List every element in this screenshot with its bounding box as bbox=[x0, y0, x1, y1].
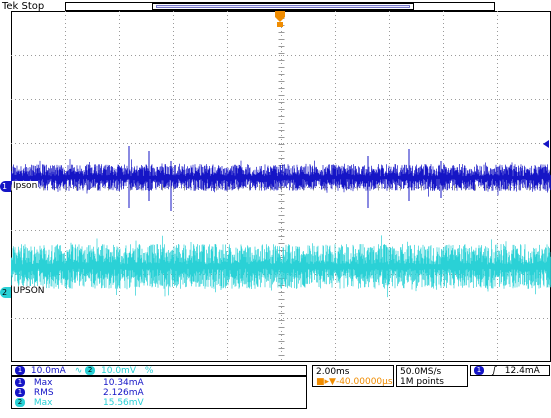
trigger-level-marker[interactable] bbox=[543, 140, 549, 148]
ch2-ground-marker[interactable]: 2 bbox=[0, 287, 11, 298]
ch1-scale: 10.0mA bbox=[30, 366, 66, 376]
ch2-noise-band bbox=[11, 235, 551, 298]
time-delay-row: ■▸▼-40.00000µs bbox=[316, 377, 393, 387]
measurement-name: Max bbox=[33, 378, 53, 388]
time-delay: -40.00000µs bbox=[335, 377, 393, 387]
timebase-panel[interactable]: 2.00ms ■▸▼-40.00000µs bbox=[312, 365, 394, 387]
measurement-channel-badge: 1 bbox=[15, 388, 25, 397]
measurement-name: RMS bbox=[33, 388, 54, 398]
ch2-label: UPSON bbox=[12, 286, 46, 296]
measurement-value: 2.126mA bbox=[103, 388, 144, 398]
ch2-bandwidth-icon: % bbox=[144, 366, 154, 376]
ch2-badge: 2 bbox=[85, 366, 96, 375]
measurement-row: 1 RMS 2.126mA bbox=[15, 388, 305, 398]
waveform-graticule bbox=[11, 11, 551, 362]
trigger-source-badge: 1 bbox=[474, 366, 484, 375]
record-view-highlight bbox=[156, 5, 410, 8]
ch1-ground-marker[interactable]: 1 bbox=[0, 181, 11, 192]
record-length: 1M points bbox=[400, 377, 444, 387]
ch2-scale: 10.0mV bbox=[101, 366, 136, 376]
oscilloscope-screen: Tek Stop 1 Ipson 2 UPSON 1 10.0mA ∿ 2 10… bbox=[0, 0, 551, 418]
rising-edge-icon: ʃ bbox=[492, 366, 496, 376]
ch1-label: Ipson bbox=[12, 181, 39, 191]
ch1-noise-band bbox=[11, 159, 551, 197]
acquisition-panel[interactable]: 50.0MS/s 1M points bbox=[396, 365, 468, 387]
trigger-level: 12.4mA bbox=[504, 366, 540, 376]
ch2-waveform bbox=[11, 235, 551, 298]
measurement-value: 10.34mA bbox=[103, 378, 144, 388]
measurement-row: 1 Max 10.34mA bbox=[15, 378, 305, 388]
ch2-coupling-icon: ∿ bbox=[74, 366, 83, 376]
measurements-panel[interactable]: 1 Max 10.34mA 1 RMS 2.126mA 2 Max 15.56m… bbox=[11, 376, 307, 409]
measurement-name: Max bbox=[33, 398, 53, 408]
measurement-channel-badge: 2 bbox=[15, 398, 25, 407]
trigger-panel[interactable]: 1 ʃ 12.4mA bbox=[470, 365, 550, 376]
ch1-badge: 1 bbox=[15, 366, 25, 375]
delay-icon: ■▸▼ bbox=[316, 377, 336, 387]
measurement-value: 15.56mV bbox=[103, 398, 144, 408]
vertical-settings-panel[interactable]: 1 10.0mA ∿ 2 10.0mV % bbox=[11, 365, 307, 376]
measurement-channel-badge: 1 bbox=[15, 378, 25, 387]
sample-rate: 50.0MS/s bbox=[400, 367, 442, 377]
time-scale: 2.00ms bbox=[316, 367, 350, 377]
measurement-row: 2 Max 15.56mV bbox=[15, 398, 305, 408]
